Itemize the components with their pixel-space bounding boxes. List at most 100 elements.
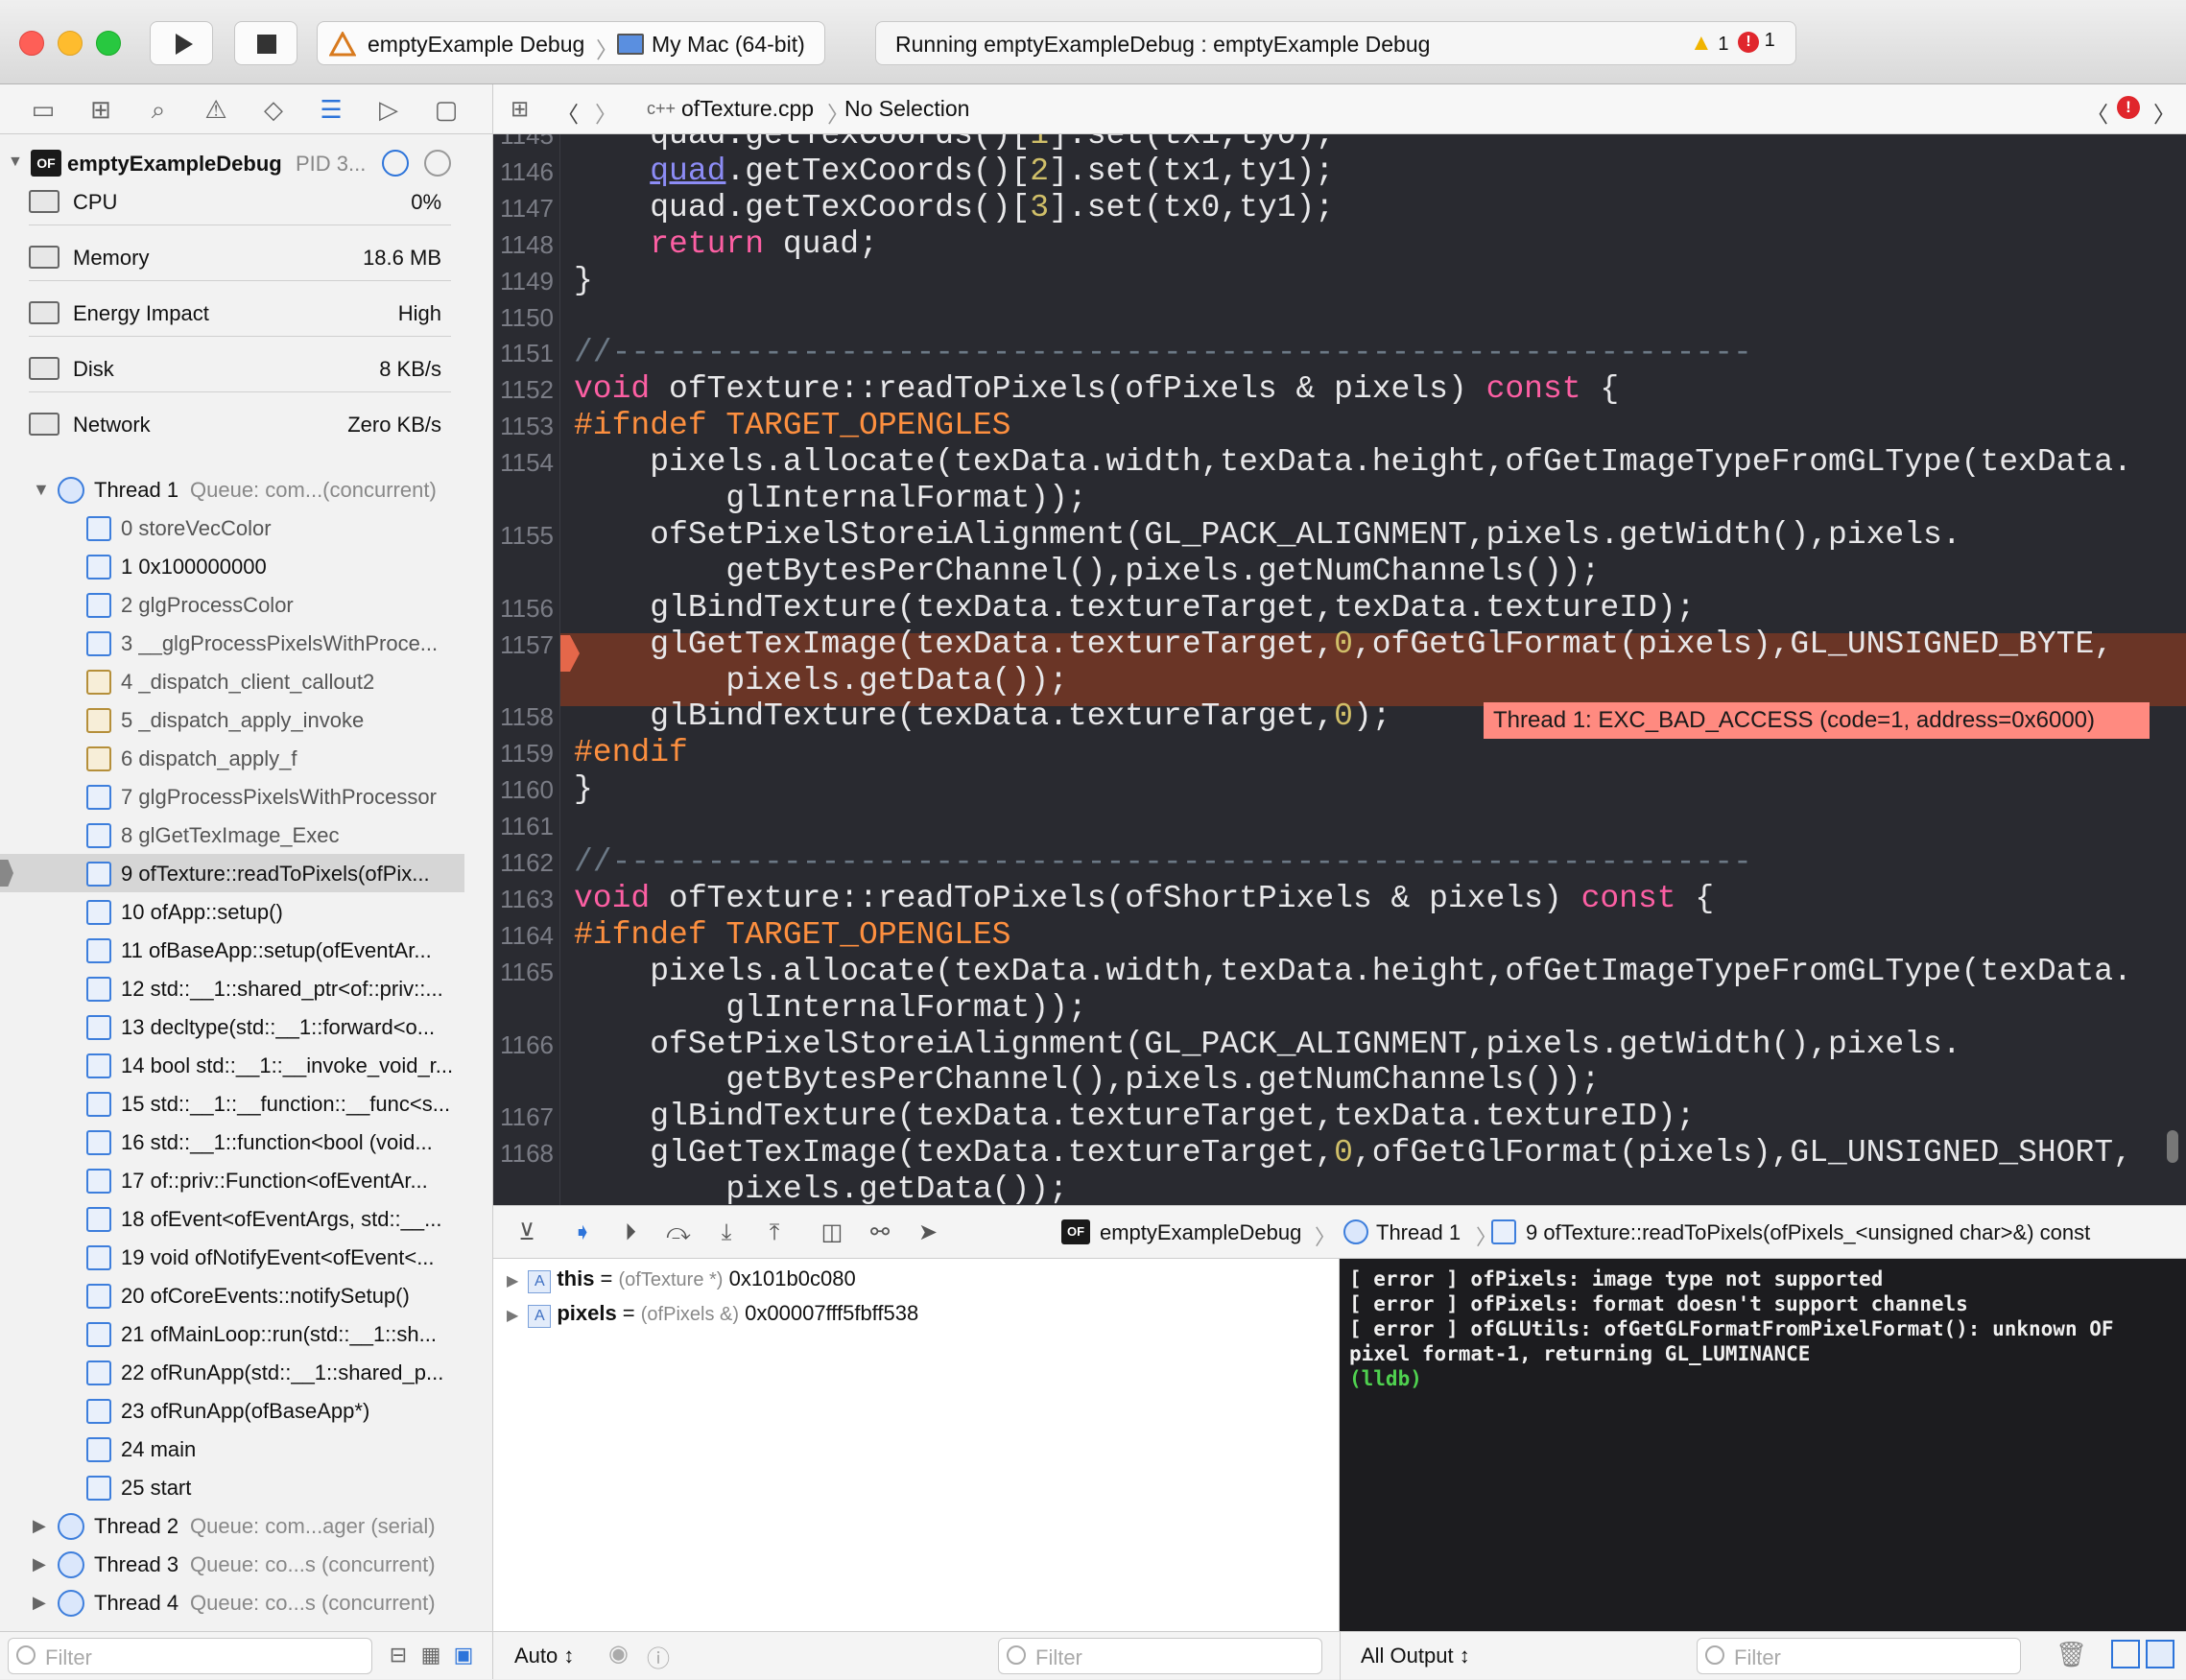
stack-frame-row[interactable]: 22 ofRunApp(std::__1::shared_p...: [0, 1353, 470, 1391]
debug-frame-crumb[interactable]: 9 ofTexture::readToPixels(ofPixels_<unsi…: [1526, 1220, 2090, 1245]
stack-frame-row[interactable]: 24 main: [0, 1430, 470, 1468]
code-line[interactable]: glGetTexImage(texData.textureTarget,0,of…: [574, 627, 2113, 699]
crashed-threads-icon[interactable]: ⊟: [382, 1640, 415, 1670]
stack-frame-row[interactable]: 14 bool std::__1::__invoke_void_r...: [0, 1046, 470, 1084]
stack-frame-row[interactable]: 12 std::__1::shared_ptr<of::priv::...: [0, 969, 470, 1007]
show-console-icon[interactable]: [2146, 1640, 2174, 1668]
line-number-gutter[interactable]: 1145 1146 1147 1148 1149 1150 1151 1152 1153 1154…: [493, 134, 560, 1205]
info-icon[interactable]: ⓘ: [647, 1640, 670, 1673]
code-line[interactable]: ofSetPixelStoreiAlignment(GL_PACK_ALIGNM…: [574, 517, 1960, 590]
close-window-button[interactable]: [19, 31, 44, 56]
code-line[interactable]: glBindTexture(texData.textureTarget,texD…: [574, 590, 1695, 627]
error-annotation-banner[interactable]: Thread 1: EXC_BAD_ACCESS (code=1, addres…: [1484, 702, 2150, 739]
scheme-selector[interactable]: emptyExample Debug 〉 My Mac (64-bit): [317, 21, 825, 65]
code-line[interactable]: quad.getTexCoords()[2].set(tx1,ty1);: [574, 154, 1334, 190]
process-row[interactable]: ▼ OF emptyExampleDebug PID 3...: [0, 144, 470, 182]
stack-frame-row[interactable]: 1 0x100000000: [0, 547, 470, 585]
stack-frame-row[interactable]: 3 __glgProcessPixelsWithProce...: [0, 624, 470, 662]
stack-frame-row[interactable]: 10 ofApp::setup(): [0, 892, 470, 931]
variable-row[interactable]: ▶ Apixels = (ofPixels &) 0x00007fff5fbff5…: [507, 1301, 918, 1328]
warning-badge[interactable]: ▲ 1: [1690, 30, 1728, 57]
stack-frame-row[interactable]: 11 ofBaseApp::setup(ofEventAr...: [0, 931, 470, 969]
hide-frames-icon[interactable]: ▦: [415, 1640, 447, 1670]
disclosure-closed-icon[interactable]: ▶: [507, 1308, 518, 1324]
stack-frame-row[interactable]: 4 _dispatch_client_callout2: [0, 662, 470, 700]
report-icon[interactable]: ▢: [430, 94, 463, 125]
code-line[interactable]: }: [574, 263, 593, 299]
code-line[interactable]: //--------------------------------------…: [574, 335, 1752, 371]
variables-scope-popup[interactable]: Auto ↕: [514, 1644, 574, 1668]
source-editor[interactable]: 1145 1146 1147 1148 1149 1150 1151 1152 1153 1154…: [493, 134, 2186, 1205]
debug-thread-crumb[interactable]: Thread 1: [1376, 1220, 1461, 1245]
stack-frame-row[interactable]: 18 ofEvent<ofEventArgs, std::__...: [0, 1199, 470, 1238]
issue-icon[interactable]: ⚠: [200, 94, 232, 125]
stack-frame-row[interactable]: 25 start: [0, 1468, 470, 1506]
back-arrow-icon[interactable]: 〈: [557, 96, 579, 129]
hierarchy-icon[interactable]: ⊞: [84, 94, 117, 125]
stack-frame-row[interactable]: 7 glgProcessPixelsWithProcessor: [0, 777, 470, 816]
gauge-row-energy-impact[interactable]: Energy Impact High: [0, 294, 470, 332]
code-line[interactable]: quad.getTexCoords()[3].set(tx0,ty1);: [574, 190, 1334, 226]
stack-frame-row[interactable]: 23 ofRunApp(ofBaseApp*): [0, 1391, 470, 1430]
code-line[interactable]: glGetTexImage(texData.textureTarget,0,of…: [574, 1135, 2132, 1205]
thread-row[interactable]: ▶ Thread 3 Queue: co...s (concurrent): [0, 1545, 470, 1583]
code-line[interactable]: #ifndef TARGET_OPENGLES: [574, 917, 1010, 954]
code-line[interactable]: glBindTexture(texData.textureTarget,0);: [574, 698, 1390, 735]
stack-frame-row[interactable]: 20 ofCoreEvents::notifySetup(): [0, 1276, 470, 1314]
stack-frame-row[interactable]: 8 glGetTexImage_Exec: [0, 816, 470, 854]
disclosure-closed-icon[interactable]: ▶: [33, 1554, 46, 1574]
disclosure-closed-icon[interactable]: ▶: [33, 1516, 46, 1536]
gauge-row-memory[interactable]: Memory 18.6 MB: [0, 238, 470, 276]
step-over-icon[interactable]: ⤼: [662, 1218, 695, 1248]
hide-debug-area-icon[interactable]: ⊻: [511, 1218, 543, 1248]
console-output-popup[interactable]: All Output ↕: [1361, 1644, 1470, 1668]
variable-row[interactable]: ▶ Athis = (ofTexture *) 0x101b0c080: [507, 1266, 856, 1293]
disclosure-closed-icon[interactable]: ▶: [507, 1273, 518, 1290]
lldb-prompt[interactable]: (lldb): [1349, 1366, 2176, 1391]
code-line[interactable]: quad.getTexCoords()[1].set(tx1,ty0);: [574, 134, 1334, 154]
variables-filter-field[interactable]: Filter: [998, 1638, 1322, 1674]
stack-frame-row[interactable]: 2 glgProcessColor: [0, 585, 470, 624]
thread-view-icon[interactable]: [424, 150, 451, 177]
search-icon[interactable]: ⌕: [142, 94, 175, 125]
code-line[interactable]: pixels.allocate(texData.width,texData.he…: [574, 444, 2132, 517]
stack-frame-row[interactable]: 6 dispatch_apply_f: [0, 739, 470, 777]
code-line[interactable]: return quad;: [574, 226, 878, 263]
thread-row[interactable]: ▼ Thread 1 Queue: com...(concurrent): [0, 470, 470, 509]
error-badge[interactable]: ! 1: [1738, 30, 1775, 53]
code-line[interactable]: #ifndef TARGET_OPENGLES: [574, 408, 1010, 444]
trash-icon[interactable]: 🗑: [2055, 1640, 2087, 1669]
console-output[interactable]: [ error ] ofPixels: image type not suppo…: [1340, 1259, 2186, 1631]
stack-frame-row[interactable]: 15 std::__1::__function::__func<s...: [0, 1084, 470, 1123]
thread-row[interactable]: ▶ Thread 2 Queue: com...ager (serial): [0, 1506, 470, 1545]
breadcrumb-file[interactable]: ofTexture.cpp: [681, 96, 814, 122]
previous-issue-icon[interactable]: 〈: [2086, 96, 2108, 129]
stack-frame-row[interactable]: 19 void ofNotifyEvent<ofEvent<...: [0, 1238, 470, 1276]
gauge-icon[interactable]: [382, 150, 409, 177]
next-issue-icon[interactable]: 〉: [2153, 96, 2175, 129]
test-icon[interactable]: ◇: [257, 94, 290, 125]
forward-arrow-icon[interactable]: 〉: [595, 96, 617, 129]
view-hierarchy-icon[interactable]: ◫: [816, 1218, 848, 1248]
issue-error-icon[interactable]: !: [2117, 96, 2140, 119]
code-line[interactable]: //--------------------------------------…: [574, 844, 1752, 881]
stack-frame-row[interactable]: 17 of::priv::Function<ofEventAr...: [0, 1161, 470, 1199]
step-into-icon[interactable]: ⤓: [710, 1218, 743, 1248]
related-items-icon[interactable]: ⊞: [511, 96, 529, 122]
code-line[interactable]: }: [574, 771, 593, 808]
disclosure-open-icon[interactable]: ▼: [8, 154, 23, 171]
stack-frame-row[interactable]: 13 decltype(std::__1::forward<o...: [0, 1007, 470, 1046]
debug-process-crumb[interactable]: emptyExampleDebug: [1100, 1220, 1301, 1245]
breakpoints-toggle-icon[interactable]: ➧: [566, 1218, 599, 1248]
continue-icon[interactable]: ⏵: [614, 1218, 647, 1248]
zoom-window-button[interactable]: [96, 31, 121, 56]
gauge-row-disk[interactable]: Disk 8 KB/s: [0, 349, 470, 388]
stack-frame-row[interactable]: 5 _dispatch_apply_invoke: [0, 700, 470, 739]
code-line[interactable]: glBindTexture(texData.textureTarget,texD…: [574, 1099, 1695, 1135]
step-out-icon[interactable]: ⤒: [758, 1218, 791, 1248]
stack-frame-row[interactable]: 16 std::__1::function<bool (void...: [0, 1123, 470, 1161]
stop-button[interactable]: [234, 21, 297, 65]
folder-icon[interactable]: ▭: [27, 94, 59, 125]
stack-frame-row[interactable]: 0 storeVecColor: [0, 509, 470, 547]
debug-navigator-icon[interactable]: ☰: [315, 94, 347, 125]
